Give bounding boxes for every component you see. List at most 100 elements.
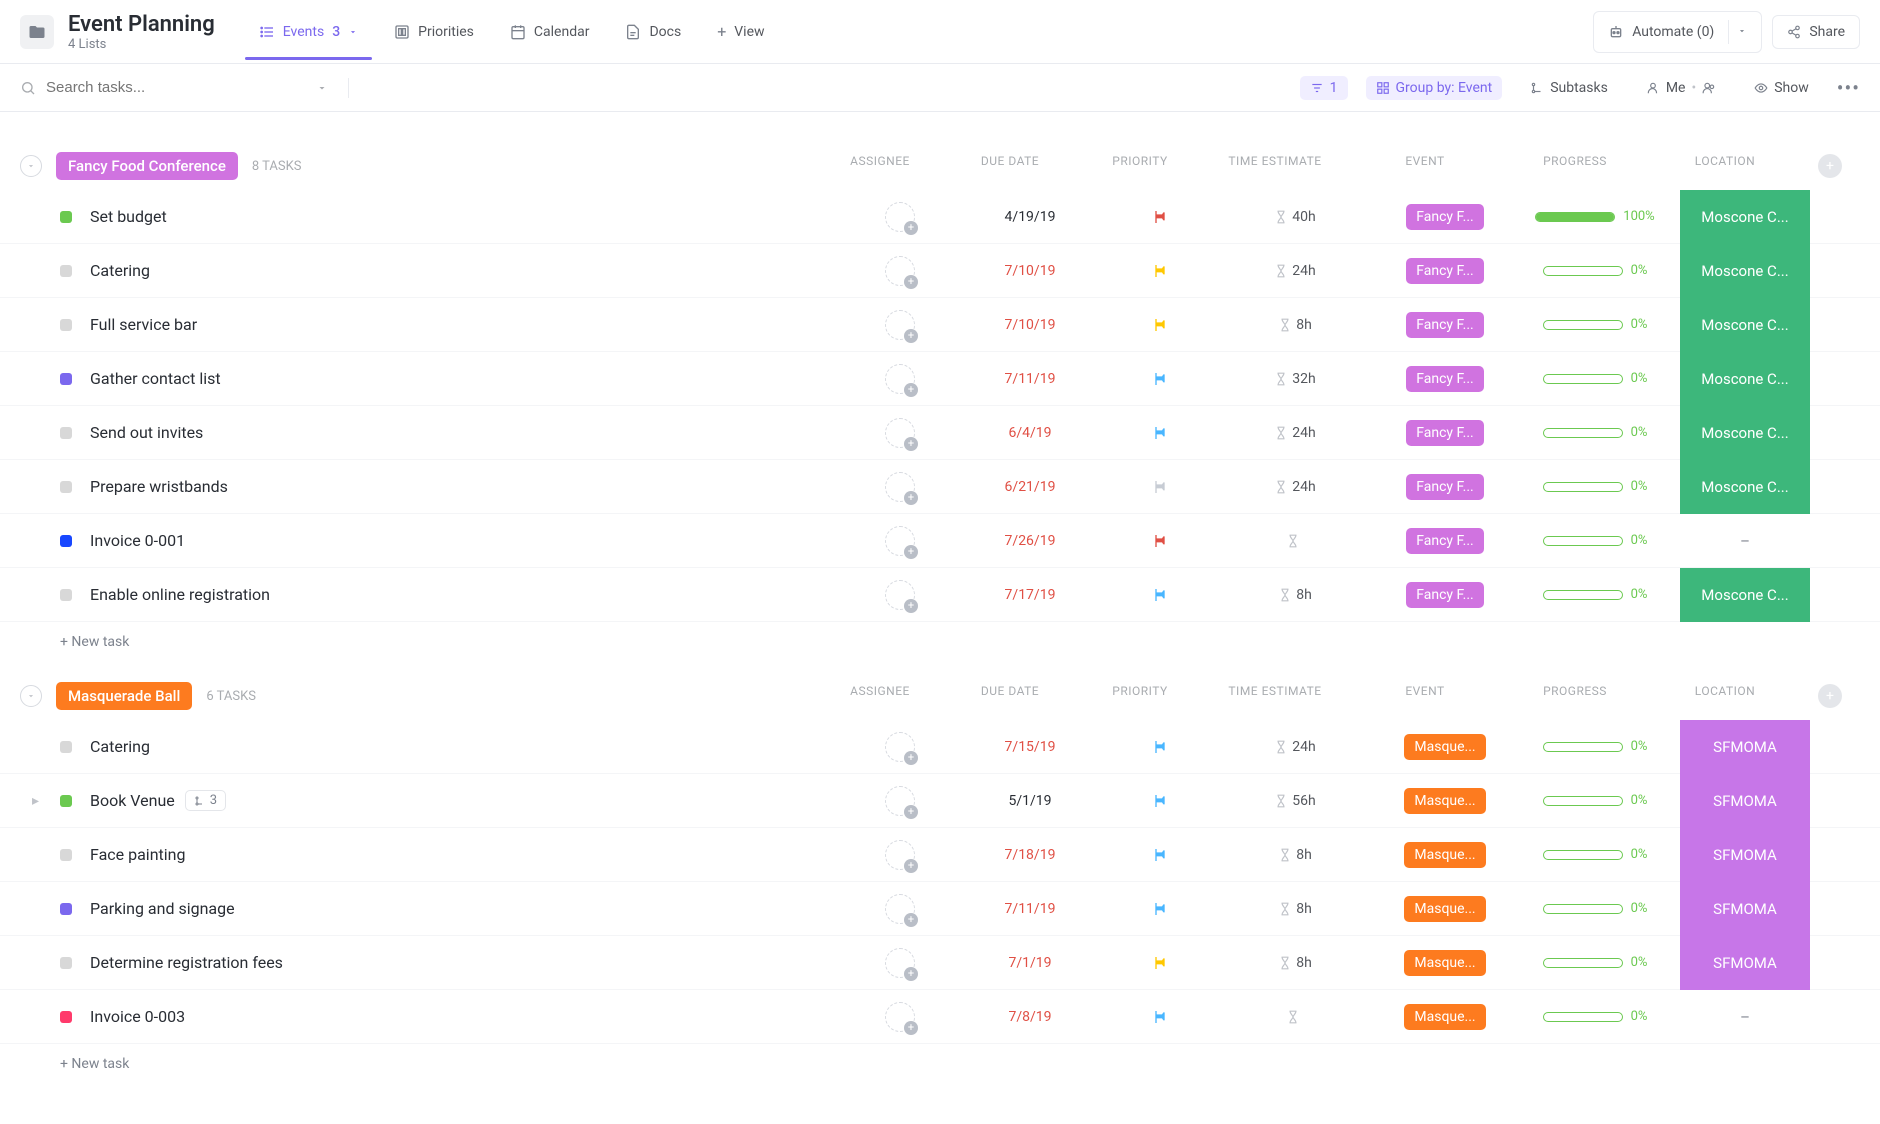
progress-cell[interactable]: 0% <box>1543 847 1648 862</box>
progress-cell[interactable]: 0% <box>1543 793 1648 808</box>
add-assignee-button[interactable] <box>885 526 915 556</box>
priority-cell[interactable] <box>1100 1009 1220 1025</box>
add-assignee-button[interactable] <box>885 472 915 502</box>
due-date-cell[interactable]: 6/21/19 <box>960 479 1100 495</box>
task-name[interactable]: Catering <box>90 737 840 756</box>
tab-calendar[interactable]: Calendar <box>496 6 604 58</box>
add-assignee-button[interactable] <box>885 894 915 924</box>
due-date-cell[interactable]: 7/10/19 <box>960 263 1100 279</box>
column-header-priority[interactable]: PRIORITY <box>1080 154 1200 178</box>
task-status-dot[interactable] <box>60 481 72 493</box>
task-name[interactable]: Enable online registration <box>90 585 840 604</box>
time-estimate-cell[interactable]: 24h <box>1220 263 1370 279</box>
column-header-due[interactable]: DUE DATE <box>940 684 1080 708</box>
add-assignee-button[interactable] <box>885 580 915 610</box>
column-header-priority[interactable]: PRIORITY <box>1080 684 1200 708</box>
task-name[interactable]: Set budget <box>90 207 840 226</box>
location-tag[interactable]: Moscone C... <box>1680 244 1810 298</box>
progress-cell[interactable]: 0% <box>1543 371 1648 386</box>
more-menu[interactable]: ••• <box>1837 76 1860 100</box>
task-row[interactable]: Prepare wristbands 6/21/19 24h Fancy F..… <box>0 460 1880 514</box>
progress-cell[interactable]: 0% <box>1543 1009 1648 1024</box>
due-date-cell[interactable]: 7/15/19 <box>960 739 1100 755</box>
task-row[interactable]: Send out invites 6/4/19 24h Fancy F... 0… <box>0 406 1880 460</box>
event-tag[interactable]: Fancy F... <box>1406 258 1484 284</box>
due-date-cell[interactable]: 7/26/19 <box>960 533 1100 549</box>
task-name[interactable]: Full service bar <box>90 315 840 334</box>
expand-caret-icon[interactable]: ▸ <box>32 793 39 809</box>
tab-priorities[interactable]: Priorities <box>380 6 488 58</box>
task-row[interactable]: Catering 7/15/19 24h Masque... 0% SFMOMA <box>0 720 1880 774</box>
priority-flag-icon[interactable] <box>1152 209 1168 225</box>
location-tag[interactable]: Moscone C... <box>1680 460 1810 514</box>
due-date-cell[interactable]: 7/1/19 <box>960 955 1100 971</box>
priority-flag-icon[interactable] <box>1152 533 1168 549</box>
group-label[interactable]: Fancy Food Conference <box>56 152 238 180</box>
tab-docs[interactable]: Docs <box>611 6 695 58</box>
add-assignee-button[interactable] <box>885 256 915 286</box>
due-date-cell[interactable]: 7/11/19 <box>960 901 1100 917</box>
priority-flag-icon[interactable] <box>1152 793 1168 809</box>
automate-button[interactable]: Automate (0) <box>1593 11 1762 53</box>
progress-cell[interactable]: 0% <box>1543 587 1648 602</box>
task-row[interactable]: ▸ Book Venue3 5/1/19 56h Masque... 0% SF… <box>0 774 1880 828</box>
time-estimate-cell[interactable]: 24h <box>1220 479 1370 495</box>
progress-cell[interactable]: 0% <box>1543 739 1648 754</box>
column-header-due[interactable]: DUE DATE <box>940 154 1080 178</box>
task-name[interactable]: Invoice 0-001 <box>90 531 840 550</box>
due-date-cell[interactable]: 6/4/19 <box>960 425 1100 441</box>
time-estimate-cell[interactable]: 8h <box>1220 847 1370 863</box>
progress-cell[interactable]: 0% <box>1543 479 1648 494</box>
task-row[interactable]: Full service bar 7/10/19 8h Fancy F... 0… <box>0 298 1880 352</box>
priority-cell[interactable] <box>1100 263 1220 279</box>
location-tag[interactable]: Moscone C... <box>1680 568 1810 622</box>
add-assignee-button[interactable] <box>885 732 915 762</box>
task-status-dot[interactable] <box>60 589 72 601</box>
column-header-location[interactable]: LOCATION <box>1650 684 1800 708</box>
due-date-cell[interactable]: 7/11/19 <box>960 371 1100 387</box>
task-status-dot[interactable] <box>60 427 72 439</box>
task-status-dot[interactable] <box>60 265 72 277</box>
time-estimate-cell[interactable] <box>1220 534 1370 548</box>
tab-events[interactable]: Events 3 <box>245 6 372 58</box>
filter-button[interactable]: 1 <box>1300 76 1348 100</box>
task-row[interactable]: Invoice 0-003 7/8/19 Masque... 0% – <box>0 990 1880 1044</box>
task-name[interactable]: Send out invites <box>90 423 840 442</box>
priority-flag-icon[interactable] <box>1152 1009 1168 1025</box>
show-button[interactable]: Show <box>1744 76 1819 100</box>
due-date-cell[interactable]: 7/8/19 <box>960 1009 1100 1025</box>
priority-cell[interactable] <box>1100 317 1220 333</box>
group-by-button[interactable]: Group by: Event <box>1366 76 1503 100</box>
task-status-dot[interactable] <box>60 373 72 385</box>
column-header-progress[interactable]: PROGRESS <box>1500 684 1650 708</box>
task-name[interactable]: Parking and signage <box>90 899 840 918</box>
event-tag[interactable]: Masque... <box>1404 842 1485 868</box>
task-name[interactable]: Determine registration fees <box>90 953 840 972</box>
event-tag[interactable]: Fancy F... <box>1406 582 1484 608</box>
me-button[interactable]: Me • <box>1636 76 1726 100</box>
column-header-progress[interactable]: PROGRESS <box>1500 154 1650 178</box>
time-estimate-cell[interactable]: 40h <box>1220 209 1370 225</box>
priority-flag-icon[interactable] <box>1152 371 1168 387</box>
column-header-assignee[interactable]: ASSIGNEE <box>820 154 940 178</box>
new-task-button[interactable]: + New task <box>0 1044 1880 1084</box>
add-column-button[interactable]: + <box>1818 684 1842 708</box>
progress-cell[interactable]: 0% <box>1543 425 1648 440</box>
priority-cell[interactable] <box>1100 739 1220 755</box>
column-header-event[interactable]: EVENT <box>1350 154 1500 178</box>
event-tag[interactable]: Masque... <box>1404 950 1485 976</box>
share-button[interactable]: Share <box>1772 15 1860 49</box>
task-name[interactable]: Invoice 0-003 <box>90 1007 840 1026</box>
task-row[interactable]: Catering 7/10/19 24h Fancy F... 0% Mosco… <box>0 244 1880 298</box>
priority-cell[interactable] <box>1100 209 1220 225</box>
add-assignee-button[interactable] <box>885 310 915 340</box>
collapse-group-button[interactable] <box>20 155 42 177</box>
new-task-button[interactable]: + New task <box>0 622 1880 662</box>
priority-cell[interactable] <box>1100 847 1220 863</box>
priority-cell[interactable] <box>1100 533 1220 549</box>
location-tag[interactable]: SFMOMA <box>1680 828 1810 882</box>
task-status-dot[interactable] <box>60 319 72 331</box>
location-tag[interactable]: Moscone C... <box>1680 298 1810 352</box>
task-row[interactable]: Determine registration fees 7/1/19 8h Ma… <box>0 936 1880 990</box>
progress-cell[interactable]: 100% <box>1535 209 1654 224</box>
